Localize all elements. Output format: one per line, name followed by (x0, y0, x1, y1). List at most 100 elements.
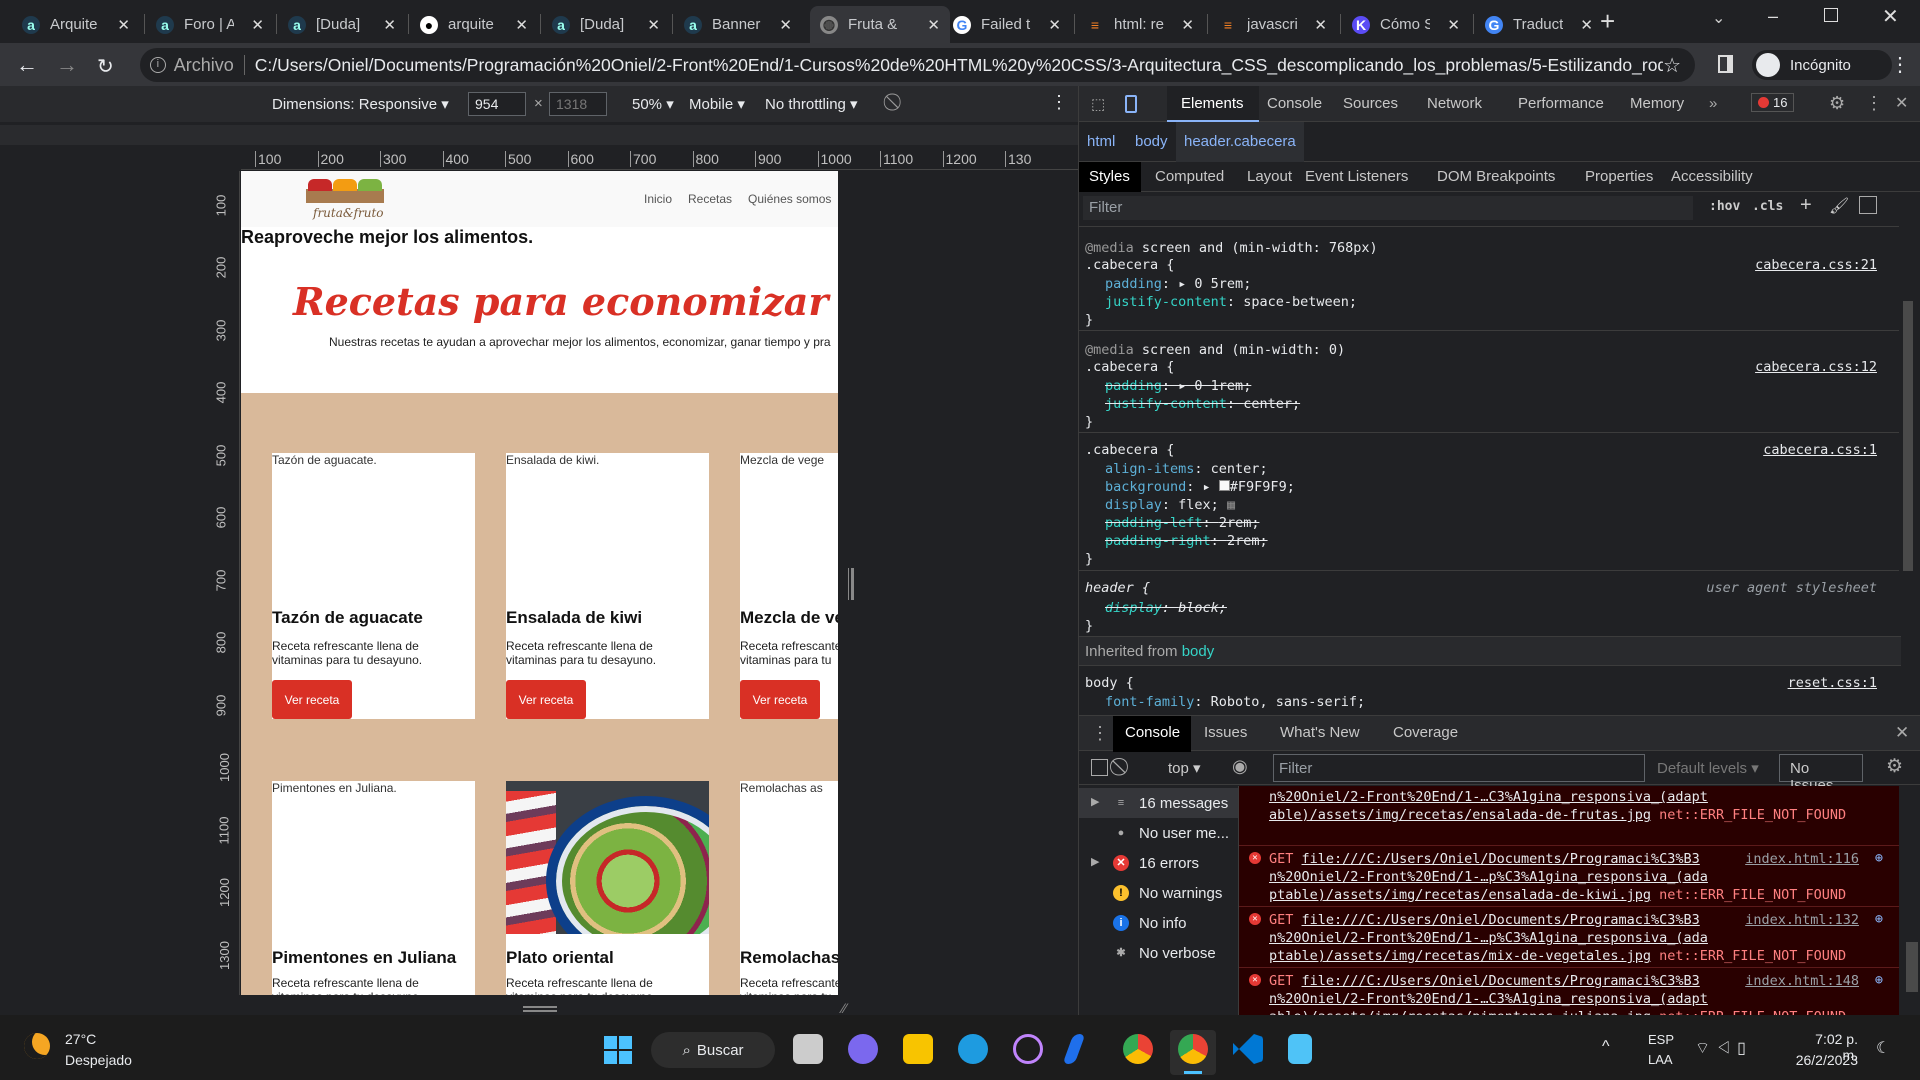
browser-tab[interactable]: ≡ javascri ✕ (1209, 6, 1337, 43)
ver-receta-button[interactable]: Ver receta (506, 680, 586, 719)
file-explorer-icon[interactable] (903, 1034, 933, 1064)
close-tab-icon[interactable]: ✕ (515, 16, 528, 34)
restore-button[interactable] (1824, 8, 1838, 22)
hov-toggle[interactable]: :hov (1709, 199, 1740, 214)
logo[interactable] (306, 177, 384, 203)
resize-handle-bottom[interactable] (523, 1006, 557, 1012)
media-player-icon[interactable] (1013, 1034, 1043, 1064)
network-volume-battery-icons[interactable]: ⌔◁▯ (1695, 1038, 1752, 1058)
styles-filter-input[interactable]: Filter (1083, 196, 1693, 220)
browser-tab[interactable]: K Cómo S ✕ (1342, 6, 1470, 43)
devtools-tab-console[interactable]: Console (1267, 95, 1322, 112)
browser-tab[interactable]: a Arquite ✕ (12, 6, 140, 43)
close-tab-icon[interactable]: ✕ (383, 16, 396, 34)
console-sidebar-item[interactable]: ✱ No verbose (1079, 940, 1238, 968)
weather-moon-icon[interactable] (24, 1033, 50, 1059)
search-button[interactable]: ⌕ Buscar (651, 1032, 775, 1068)
notepad-icon[interactable] (1288, 1034, 1312, 1064)
request-url-link[interactable]: file:///C:/Users/Oniel/Documents/Program… (1302, 912, 1700, 928)
close-tab-icon[interactable]: ✕ (779, 16, 792, 34)
console-error-message[interactable]: ✕GET file:///C:/Users/Oniel/Documents/Pr… (1239, 846, 1899, 907)
height-input[interactable]: 1318 (549, 92, 607, 116)
ver-receta-button[interactable]: Ver receta (272, 680, 352, 719)
expand-arrow-icon[interactable]: ▶ (1091, 855, 1099, 868)
close-drawer-button[interactable]: ✕ (1895, 723, 1909, 743)
close-tab-icon[interactable]: ✕ (117, 16, 130, 34)
close-tab-icon[interactable]: ✕ (1048, 16, 1061, 34)
styles-subtab[interactable]: DOM Breakpoints (1437, 168, 1555, 185)
more-tabs-icon[interactable]: » (1709, 95, 1717, 112)
drawer-tab[interactable]: Coverage (1393, 724, 1458, 741)
weather-temp[interactable]: 27°C (65, 1031, 96, 1047)
reload-button[interactable]: ↻ (97, 54, 114, 79)
nav-inicio[interactable]: Inicio (644, 192, 672, 206)
drawer-tab[interactable]: Console (1125, 724, 1180, 741)
forward-button[interactable]: → (56, 52, 78, 78)
dimensions-select[interactable]: Dimensions: Responsive ▾ (272, 95, 449, 113)
browser-tab[interactable]: ◍ Fruta & ✕ (810, 6, 950, 43)
styles-subtab[interactable]: Layout (1247, 168, 1292, 185)
url-text[interactable]: C:/Users/Oniel/Documents/Programación%20… (255, 55, 1663, 76)
console-settings-icon[interactable]: ⚙ (1886, 755, 1903, 778)
live-expression-eye-icon[interactable]: ◉ (1232, 756, 1248, 777)
language-layout[interactable]: LAA (1648, 1052, 1673, 1067)
zoom-select[interactable]: 50% ▾ (632, 95, 674, 113)
log-levels-select[interactable]: Default levels ▾ (1657, 759, 1759, 777)
task-view-icon[interactable] (793, 1034, 823, 1064)
close-tab-icon[interactable]: ✕ (251, 16, 264, 34)
flex-editor-icon[interactable]: ▦ (1227, 497, 1235, 513)
console-scrollbar[interactable] (1903, 786, 1920, 1015)
tab-search-chevron-icon[interactable]: ⌄ (1712, 8, 1725, 28)
devtools-tab-elements[interactable]: Elements (1181, 95, 1244, 112)
crumb-body[interactable]: body (1135, 133, 1168, 150)
issues-button[interactable]: No Issues (1779, 754, 1863, 794)
drawer-tab[interactable]: What's New (1280, 724, 1360, 741)
console-sidebar-item[interactable]: ▶ ≡ 16 messages (1079, 790, 1238, 818)
chrome-icon[interactable] (1123, 1034, 1153, 1064)
console-error-message[interactable]: ✕GET file:///C:/Users/Oniel/Documents/Pr… (1239, 907, 1899, 968)
close-tab-icon[interactable]: ✕ (1314, 16, 1327, 34)
source-link[interactable]: index.html:116 (1745, 850, 1859, 868)
resize-corner-handle[interactable]: ⁄⁄ (842, 1000, 847, 1016)
console-sidebar-item[interactable]: i No info (1079, 910, 1238, 938)
bookmark-star-icon[interactable]: ☆ (1663, 53, 1681, 78)
color-swatch[interactable] (1218, 480, 1230, 491)
drawer-tab[interactable]: Issues (1204, 724, 1247, 741)
context-select[interactable]: top ▾ (1168, 759, 1201, 777)
edge-icon[interactable] (958, 1034, 988, 1064)
chrome-incognito-icon[interactable] (1178, 1034, 1208, 1064)
devtools-menu-icon[interactable]: ⋮ (1865, 93, 1883, 114)
paint-icon[interactable]: 🖌 (1829, 196, 1849, 216)
devtools-tab-memory[interactable]: Memory (1630, 95, 1684, 112)
nav-quienes-somos[interactable]: Quiénes somos (748, 192, 831, 206)
browser-tab[interactable]: ≡ html: re ✕ (1076, 6, 1204, 43)
browser-tab[interactable]: a [Duda] ✕ (542, 6, 670, 43)
start-button[interactable] (604, 1036, 632, 1064)
language-code[interactable]: ESP (1648, 1032, 1674, 1047)
browser-tab[interactable]: a Foro | A ✕ (146, 6, 274, 43)
browser-tab[interactable]: G Failed t ✕ (943, 6, 1071, 43)
focus-moon-icon[interactable]: ☾ (1876, 1038, 1890, 1058)
devtools-tab-network[interactable]: Network (1427, 95, 1482, 112)
browser-tab[interactable]: a Banner ✕ (674, 6, 802, 43)
styles-subtab[interactable]: Computed (1155, 168, 1224, 185)
close-window-button[interactable]: ✕ (1882, 4, 1899, 29)
crumb-header[interactable]: header.cabecera (1176, 122, 1304, 162)
devtools-tab-sources[interactable]: Sources (1343, 95, 1398, 112)
console-sidebar-item[interactable]: ! No warnings (1079, 880, 1238, 908)
width-input[interactable]: 954 (468, 92, 526, 116)
close-tab-icon[interactable]: ✕ (1181, 16, 1194, 34)
weather-condition[interactable]: Despejado (65, 1052, 132, 1068)
network-request-icon[interactable]: ⊕ (1875, 971, 1883, 989)
error-count-badge[interactable]: 16 (1751, 93, 1795, 112)
resize-handle-right[interactable] (848, 568, 851, 600)
console-sidebar-toggle-icon[interactable] (1091, 759, 1108, 776)
new-tab-button[interactable]: + (1600, 6, 1615, 37)
close-devtools-button[interactable]: ✕ (1895, 93, 1908, 113)
sidebar-toggle-icon[interactable] (1859, 196, 1877, 214)
styles-subtab[interactable]: Styles (1089, 168, 1130, 185)
console-filter-input[interactable]: Filter (1273, 754, 1645, 782)
more-options-icon[interactable]: ⋮ (1050, 92, 1068, 113)
close-tab-icon[interactable]: ✕ (1447, 16, 1460, 34)
address-bar[interactable]: i Archivo C:/Users/Oniel/Documents/Progr… (140, 48, 1695, 82)
